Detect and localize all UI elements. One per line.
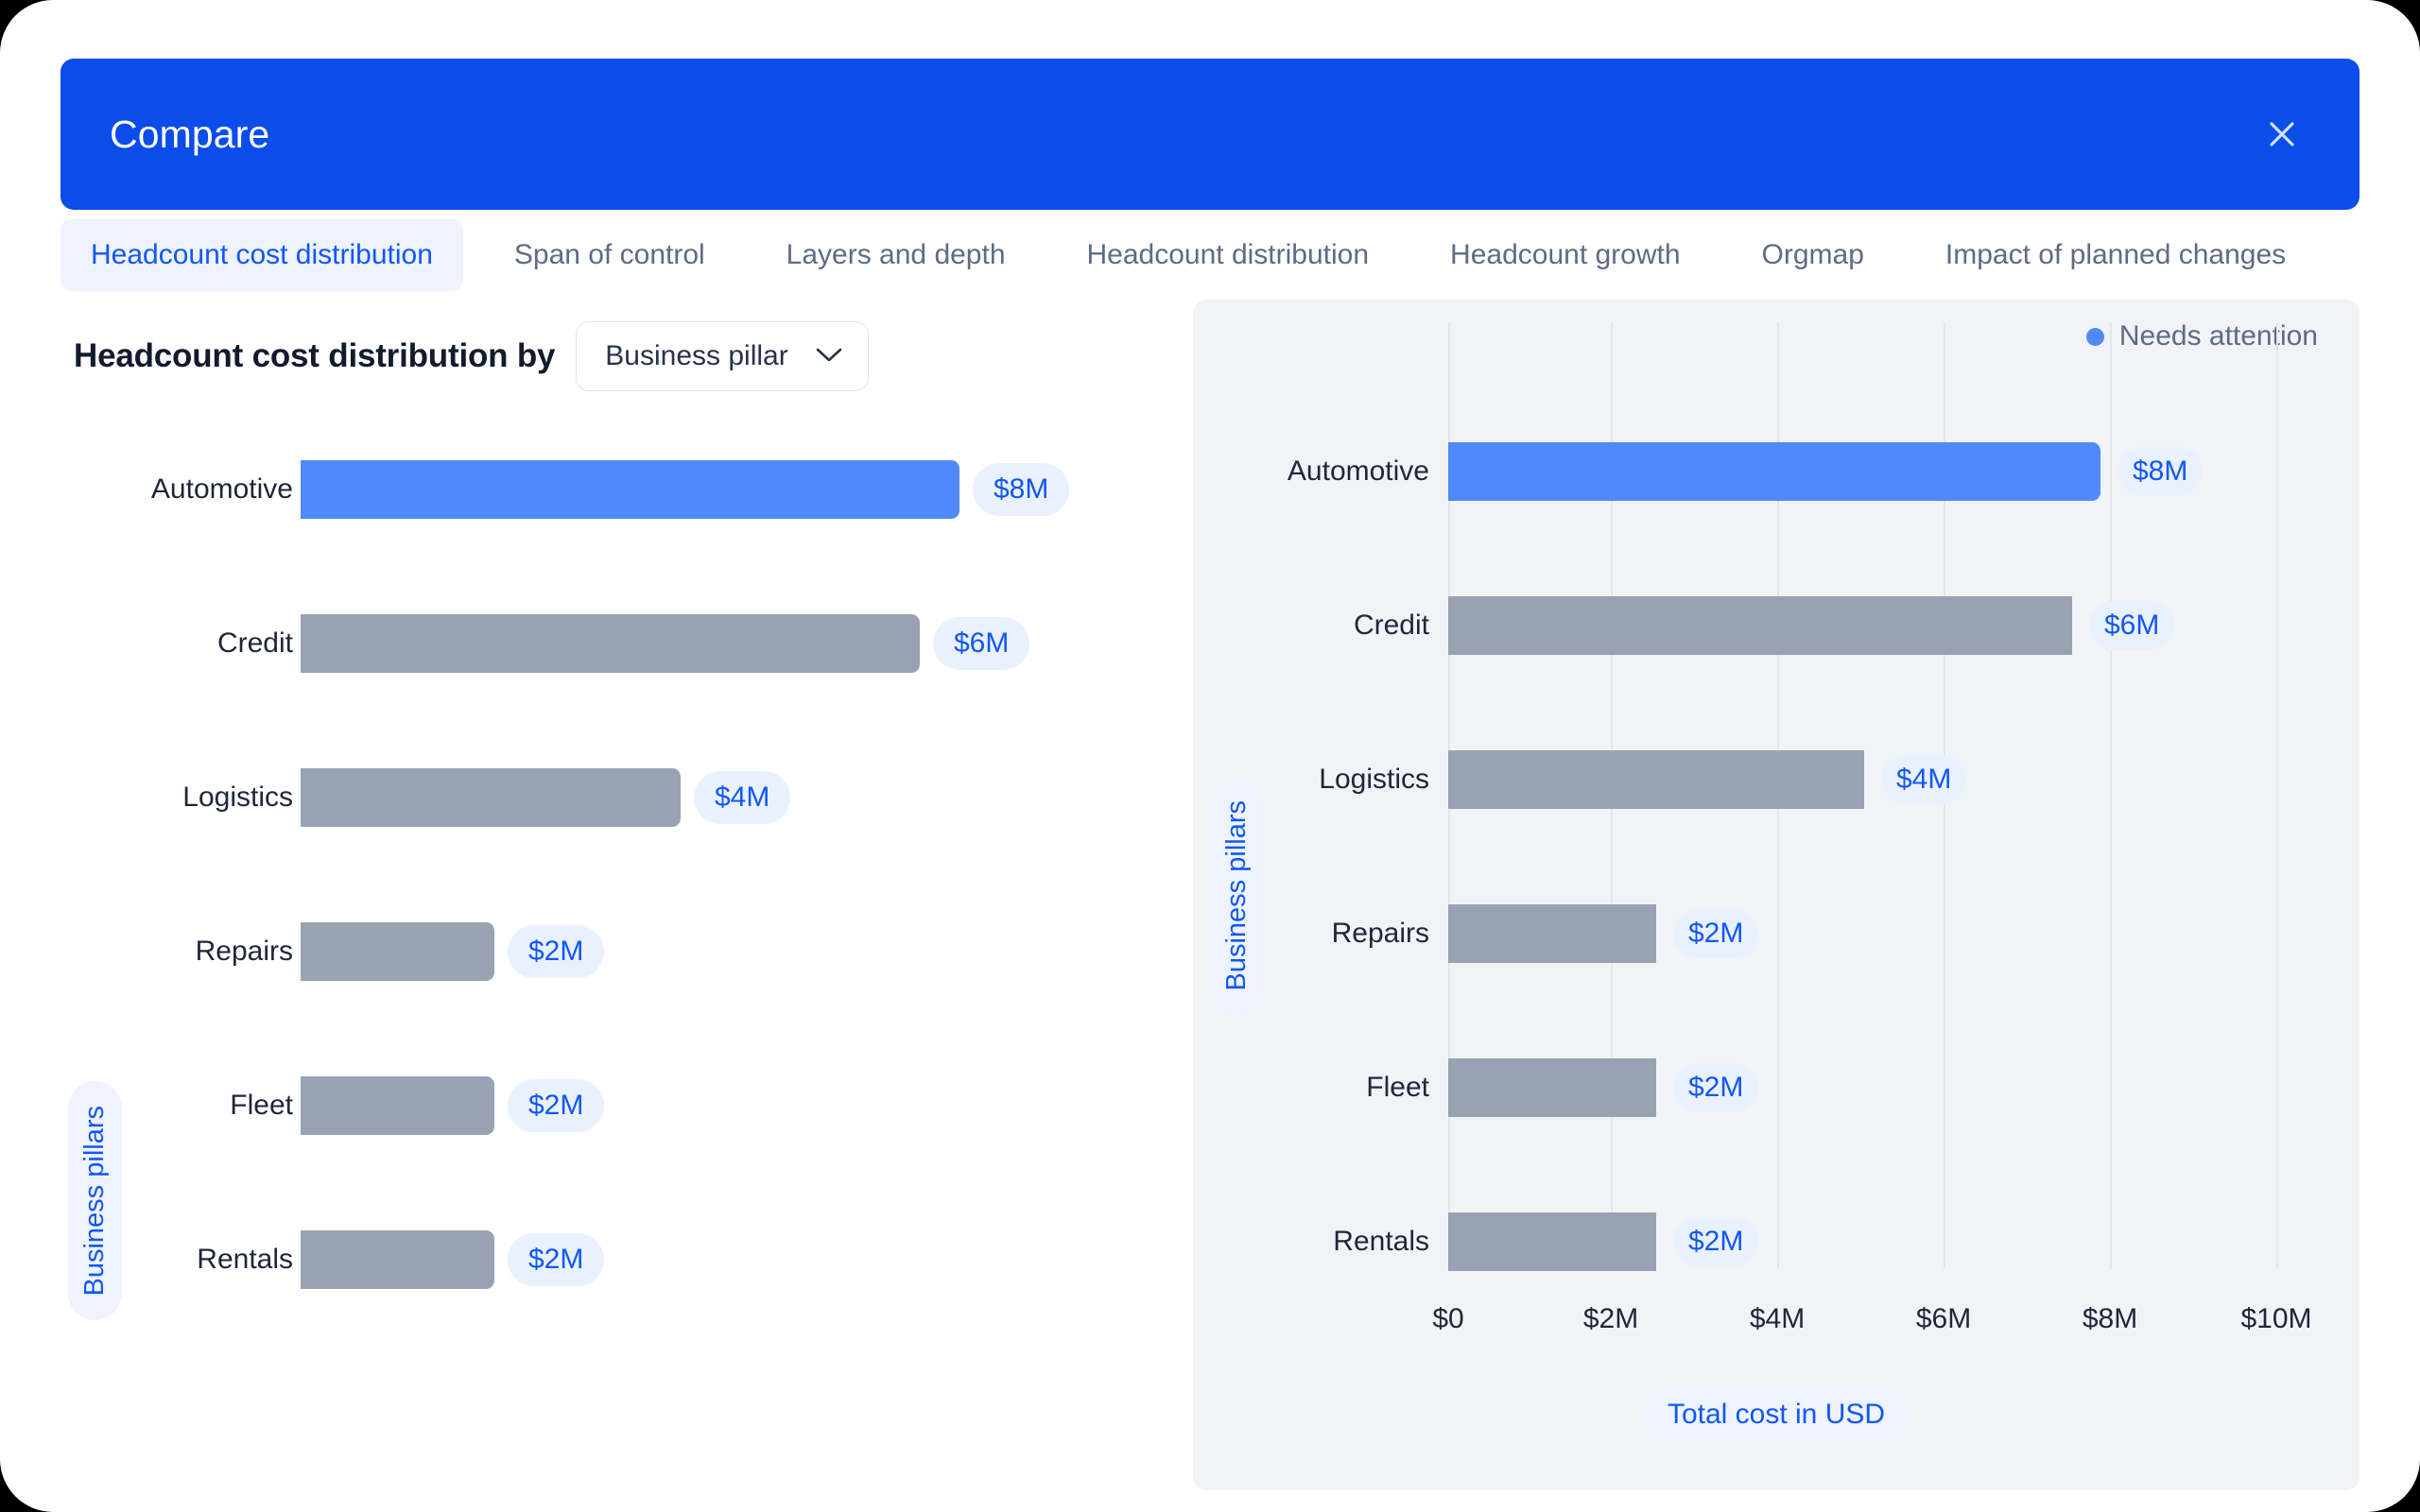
left-chart-bar[interactable] bbox=[301, 767, 681, 827]
left-chart-bar-value: $2M bbox=[508, 924, 605, 978]
left-chart-bar-value: $2M bbox=[508, 1078, 605, 1132]
left-chart-bar[interactable] bbox=[301, 1075, 494, 1135]
right-chart-bar-value: $2M bbox=[1673, 1062, 1759, 1112]
x-axis-tick-label: $0 bbox=[1432, 1303, 1464, 1334]
right-chart-rows: Automotive $8M Credit $6M Logistics $4M Repair… bbox=[1193, 394, 2360, 1318]
right-chart-row: Automotive $8M bbox=[1193, 394, 2360, 548]
right-y-axis-label: Business pillars bbox=[1212, 780, 1262, 1017]
right-chart-row: Logistics $4M bbox=[1193, 702, 2360, 856]
right-chart-bar-value: $6M bbox=[2089, 600, 2175, 650]
right-x-axis-label: Total cost in USD bbox=[1642, 1386, 1910, 1443]
close-icon[interactable] bbox=[2252, 104, 2312, 164]
left-chart-row-label: Repairs bbox=[195, 935, 293, 967]
group-by-select[interactable]: Business pillar bbox=[576, 321, 869, 391]
left-chart-bar[interactable] bbox=[301, 459, 959, 519]
right-chart-bar-track: $8M bbox=[1448, 441, 2204, 501]
left-chart-row: Fleet $2M bbox=[0, 1028, 1193, 1182]
left-chart-row-label: Credit bbox=[216, 627, 293, 659]
right-chart-bar-track: $4M bbox=[1448, 749, 1967, 809]
right-chart-bar-value: $4M bbox=[1881, 754, 1967, 804]
page-title: Compare bbox=[110, 112, 270, 156]
chevron-down-icon bbox=[815, 347, 843, 367]
right-chart-row-label: Rentals bbox=[1333, 1225, 1429, 1257]
left-chart-bar-track: $2M bbox=[301, 921, 605, 981]
compare-content: Headcount cost distribution by Business … bbox=[0, 300, 2420, 1512]
right-chart-row: Credit $6M bbox=[1193, 548, 2360, 702]
right-chart-bar-track: $6M bbox=[1448, 595, 2175, 655]
left-chart-bar-track: $2M bbox=[301, 1229, 605, 1289]
right-chart-panel: Needs attention Automotive $8M Credit $6M Lo… bbox=[1193, 300, 2360, 1490]
right-chart-bar[interactable] bbox=[1448, 1211, 1656, 1271]
tab-headcount-cost-distribution[interactable]: Headcount cost distribution bbox=[60, 219, 463, 291]
right-y-axis-label-text: Business pillars bbox=[1221, 800, 1252, 991]
right-chart-row-label: Automotive bbox=[1287, 455, 1429, 487]
left-chart-panel: Headcount cost distribution by Business … bbox=[0, 301, 1193, 1512]
right-chart-row: Fleet $2M bbox=[1193, 1010, 2360, 1164]
x-axis-tick-label: $10M bbox=[2240, 1303, 2312, 1334]
right-chart-bar-track: $2M bbox=[1448, 1211, 1759, 1271]
right-chart-bar[interactable] bbox=[1448, 441, 2100, 501]
right-chart-bar[interactable] bbox=[1448, 1057, 1656, 1117]
tab-headcount-growth[interactable]: Headcount growth bbox=[1420, 219, 1711, 291]
right-chart-bar-track: $2M bbox=[1448, 903, 1759, 963]
group-by-select-value: Business pillar bbox=[605, 340, 788, 371]
left-chart-bar[interactable] bbox=[301, 613, 920, 673]
left-chart-bar-value: $4M bbox=[694, 770, 791, 824]
x-axis-tick-label: $2M bbox=[1582, 1303, 1639, 1334]
right-chart-bar[interactable] bbox=[1448, 595, 2072, 655]
left-y-axis-label: Business pillars bbox=[68, 1081, 122, 1321]
right-chart-row-label: Fleet bbox=[1366, 1071, 1429, 1103]
tab-bar: Headcount cost distribution Span of cont… bbox=[60, 219, 2316, 291]
right-chart-bar-value: $2M bbox=[1673, 908, 1759, 958]
right-chart-row-label: Credit bbox=[1353, 609, 1429, 641]
right-chart-bar[interactable] bbox=[1448, 749, 1864, 809]
right-chart-bar-track: $2M bbox=[1448, 1057, 1759, 1117]
left-chart-bar-track: $4M bbox=[301, 767, 791, 827]
left-chart-bar-value: $6M bbox=[933, 616, 1030, 670]
left-chart-bar-track: $6M bbox=[301, 613, 1030, 673]
left-chart-bar-track: $8M bbox=[301, 459, 1070, 519]
left-chart-row-label: Automotive bbox=[150, 472, 293, 505]
left-chart-row: Repairs $2M bbox=[0, 874, 1193, 1028]
tab-orgmap[interactable]: Orgmap bbox=[1732, 219, 1894, 291]
left-chart-row: Rentals $2M bbox=[0, 1182, 1193, 1336]
tab-impact-of-planned-changes[interactable]: Impact of planned changes bbox=[1915, 219, 2316, 291]
tab-span-of-control[interactable]: Span of control bbox=[484, 219, 735, 291]
x-axis-tick-label: $8M bbox=[2082, 1303, 2138, 1334]
left-chart-bar-value: $2M bbox=[508, 1232, 605, 1286]
tab-headcount-distribution[interactable]: Headcount distribution bbox=[1057, 219, 1400, 291]
left-y-axis-label-text: Business pillars bbox=[79, 1106, 110, 1297]
x-axis-tick-label: $4M bbox=[1749, 1303, 1806, 1334]
modal-header: Compare bbox=[60, 59, 2360, 210]
right-x-axis-ticks: $0 $2M $4M $6M $8M $10M bbox=[1432, 1303, 2311, 1349]
left-chart-row: Automotive $8M bbox=[0, 412, 1193, 566]
left-chart-bar[interactable] bbox=[301, 921, 494, 981]
left-chart-bar-value: $8M bbox=[973, 462, 1070, 516]
compare-modal-card: Compare Headcount cost distribution Span… bbox=[0, 0, 2420, 1512]
left-chart-rows: Automotive $8M Credit $6M Logistics $4M Repair… bbox=[0, 412, 1193, 1336]
right-chart-bar-value: $8M bbox=[2118, 446, 2204, 496]
left-chart-bar[interactable] bbox=[301, 1229, 494, 1289]
left-chart-title: Headcount cost distribution by bbox=[74, 337, 556, 374]
left-chart-row-label: Logistics bbox=[182, 781, 293, 813]
tab-layers-and-depth[interactable]: Layers and depth bbox=[756, 219, 1036, 291]
x-axis-tick-label: $6M bbox=[1915, 1303, 1972, 1334]
left-chart-header: Headcount cost distribution by Business … bbox=[74, 321, 869, 391]
right-chart-bar[interactable] bbox=[1448, 903, 1656, 963]
right-chart-row: Rentals $2M bbox=[1193, 1164, 2360, 1318]
left-chart-row: Logistics $4M bbox=[0, 720, 1193, 874]
left-chart-row: Credit $6M bbox=[0, 566, 1193, 720]
right-chart-row: Repairs $2M bbox=[1193, 856, 2360, 1010]
left-chart-bar-track: $2M bbox=[301, 1075, 605, 1135]
right-chart-bar-value: $2M bbox=[1673, 1216, 1759, 1266]
